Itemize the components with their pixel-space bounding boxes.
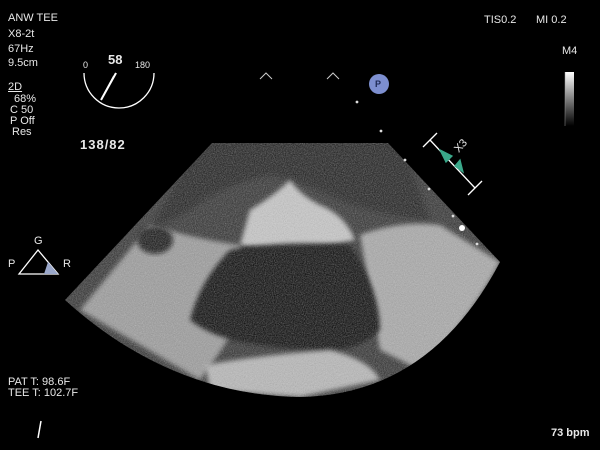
header-title: ANW TEE bbox=[8, 12, 58, 24]
angle-min: 0 bbox=[83, 60, 89, 70]
mode-label: 2D bbox=[8, 81, 23, 93]
orientation-marker bbox=[17, 248, 60, 275]
frame-marker bbox=[37, 420, 42, 439]
orientation-top: G bbox=[34, 235, 43, 247]
tis-index: TIS0.2 bbox=[484, 14, 517, 26]
orientation-right: R bbox=[63, 258, 71, 270]
ultrasound-view bbox=[17, 72, 574, 439]
orientation-left: P bbox=[8, 258, 16, 270]
focus-markers bbox=[259, 72, 340, 80]
probe-badge-label: P bbox=[375, 79, 382, 89]
probe-model: X8-2t bbox=[8, 28, 35, 40]
angle-indicator bbox=[83, 72, 155, 109]
resolution-value: Res bbox=[12, 126, 32, 138]
frame-rate: 67Hz bbox=[8, 43, 34, 55]
heart-rate: 73 bpm bbox=[551, 427, 590, 439]
mi-index: MI 0.2 bbox=[536, 14, 567, 26]
depth-caliper bbox=[422, 132, 483, 196]
angle-max: 180 bbox=[135, 60, 151, 70]
angle-value: 58 bbox=[108, 52, 123, 67]
ultrasound-sector bbox=[65, 143, 500, 397]
blood-pressure: 138/82 bbox=[80, 137, 126, 152]
grayscale-bar bbox=[565, 72, 574, 126]
probe-temperature: TEE T: 102.7F bbox=[8, 387, 79, 399]
depth-value: 9.5cm bbox=[8, 57, 38, 69]
grayscale-map-label: M4 bbox=[562, 45, 578, 57]
